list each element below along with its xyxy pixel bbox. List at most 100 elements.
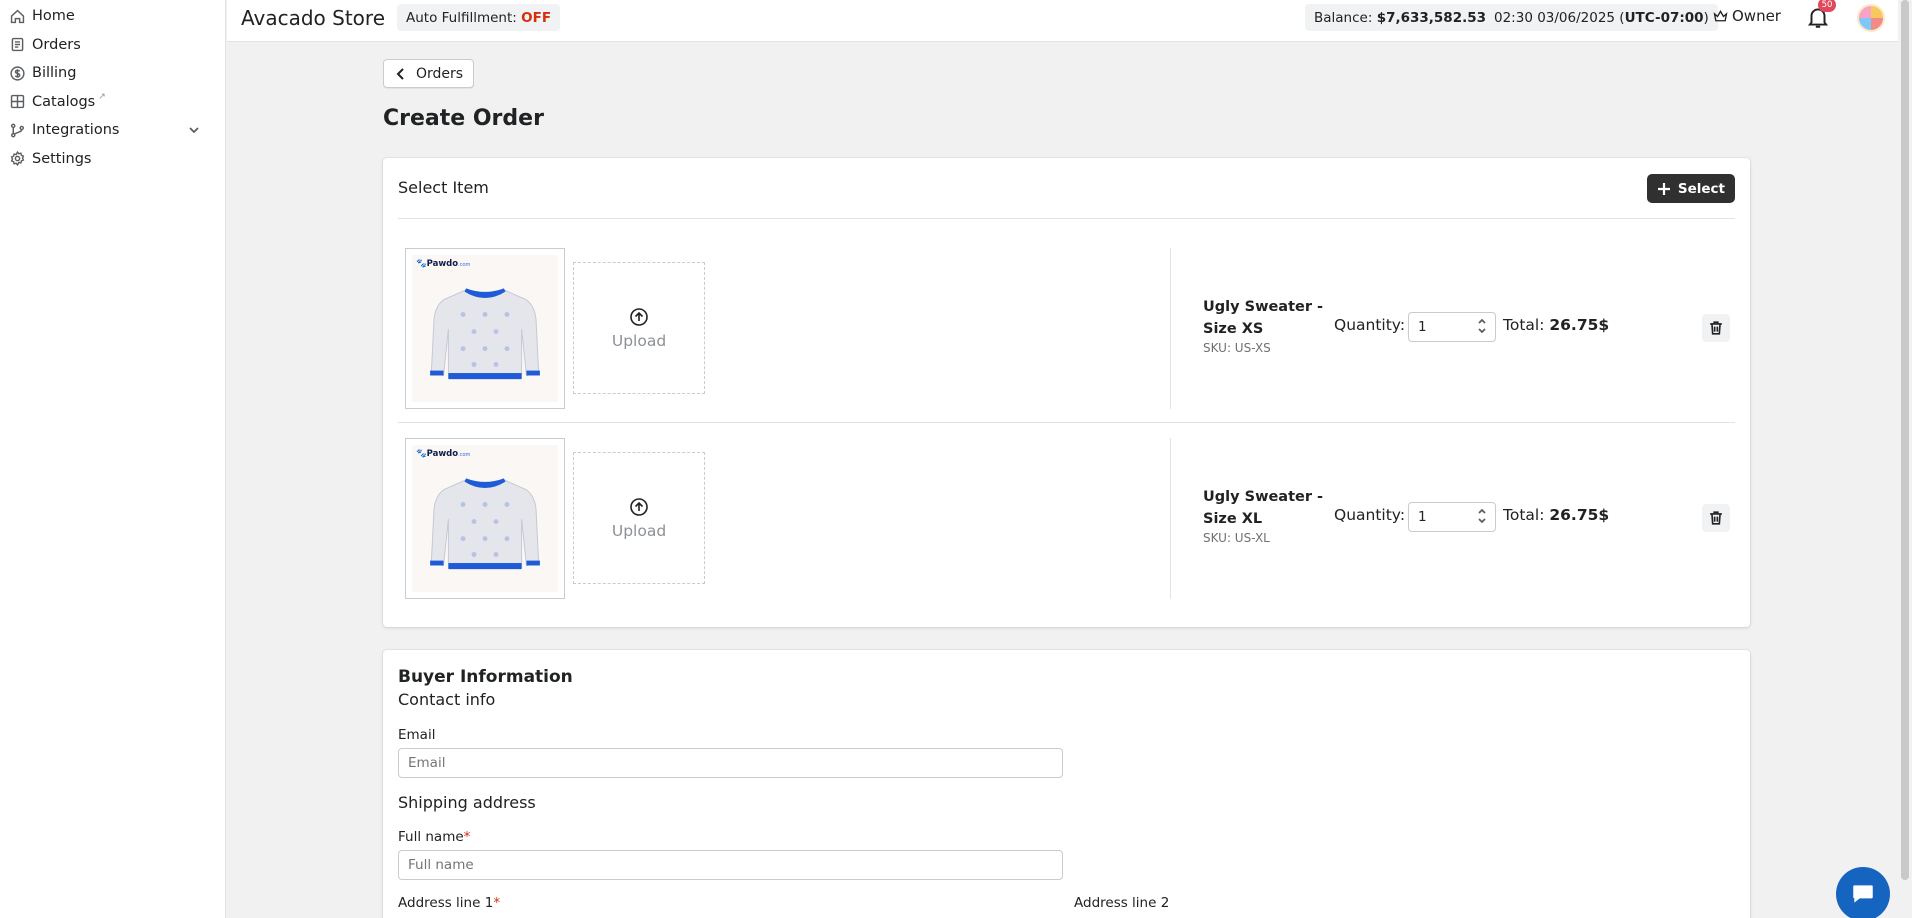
- required-mark: *: [463, 829, 471, 845]
- trash-icon: [1710, 321, 1722, 335]
- chevron-down-icon[interactable]: [1477, 516, 1487, 526]
- chevron-up-icon[interactable]: [1477, 506, 1487, 516]
- quantity-label: Quantity:: [1334, 316, 1406, 334]
- item-row: 🐾Pawdo.com Upload: [398, 438, 1735, 600]
- auto-fulfillment-toggle[interactable]: Auto Fulfillment: OFF: [397, 4, 561, 31]
- full-name-field[interactable]: [398, 850, 1063, 880]
- divider: [1170, 438, 1171, 599]
- sidebar-item-label: Billing: [32, 65, 77, 82]
- notification-count-badge: 50: [1818, 0, 1836, 12]
- sidebar-item-catalogs[interactable]: Catalogs ↗: [0, 88, 225, 117]
- sidebar-item-label: Integrations: [32, 122, 120, 139]
- chevron-left-icon: [396, 67, 404, 80]
- total-value: 26.75$: [1549, 316, 1610, 334]
- upload-icon: [630, 497, 648, 516]
- quantity-stepper[interactable]: 1: [1408, 502, 1496, 532]
- divider: [398, 422, 1735, 423]
- address-line-1-label: Address line 1*: [398, 895, 501, 911]
- store-name: Avacado Store: [241, 6, 386, 30]
- sidebar-item-label: Catalogs: [32, 93, 96, 110]
- product-image-background: 🐾Pawdo.com: [412, 445, 558, 592]
- settings-icon: [10, 151, 25, 167]
- balance-value: $7,633,582.53: [1376, 9, 1487, 26]
- scrollbar-thumb[interactable]: [1901, 0, 1909, 880]
- upload-design-button[interactable]: Upload: [573, 452, 705, 584]
- product-image[interactable]: 🐾Pawdo.com: [405, 248, 565, 409]
- select-button-label: Select: [1677, 180, 1725, 197]
- sweater-image: [430, 478, 540, 570]
- sidebar-item-label: Settings: [32, 150, 92, 167]
- total-label: Total:: [1503, 316, 1545, 334]
- quantity-label: Quantity:: [1334, 506, 1406, 524]
- chevron-up-icon[interactable]: [1477, 316, 1487, 326]
- divider: [1170, 248, 1171, 409]
- catalogs-icon: [10, 95, 25, 109]
- full-name-label: Full name*: [398, 829, 471, 845]
- total-value: 26.75$: [1549, 506, 1610, 524]
- product-sku: SKU: US-XL: [1203, 531, 1270, 545]
- quantity-spinner[interactable]: [1477, 506, 1487, 526]
- back-to-orders-button[interactable]: Orders: [383, 59, 475, 88]
- quantity-value: 1: [1418, 319, 1427, 335]
- external-link-icon: ↗: [98, 91, 106, 102]
- sidebar-item-orders[interactable]: Orders: [0, 31, 225, 60]
- crown-icon: [1713, 9, 1728, 21]
- top-bar: Avacado Store Auto Fulfillment: OFF Bala…: [227, 0, 1912, 42]
- product-sku: SKU: US-XS: [1203, 341, 1271, 355]
- select-item-card: Select Item Select 🐾Pawdo.com Upload Ugl…: [383, 158, 1750, 627]
- billing-icon: [10, 66, 25, 81]
- balance-badge: Balance: $7,633,582.53: [1305, 4, 1496, 31]
- product-image-background: 🐾Pawdo.com: [412, 255, 558, 402]
- buyer-information-card: Buyer Information Contact info Email Shi…: [383, 650, 1750, 918]
- chevron-down-icon[interactable]: [187, 123, 201, 137]
- email-label: Email: [398, 727, 436, 743]
- role-label: Owner: [1732, 7, 1781, 25]
- sidebar-item-billing[interactable]: Billing: [0, 59, 225, 88]
- delete-item-button[interactable]: [1702, 314, 1730, 342]
- upload-icon: [630, 307, 648, 326]
- auto-fulfillment-label: Auto Fulfillment:: [406, 9, 517, 26]
- chevron-down-icon[interactable]: [1477, 326, 1487, 336]
- quantity-value: 1: [1418, 509, 1427, 525]
- integrations-icon: [10, 123, 25, 138]
- sidebar-item-settings[interactable]: Settings: [0, 145, 225, 174]
- sweater-image: [430, 288, 540, 380]
- time-value: 02:30 03/06/2025: [1494, 9, 1616, 26]
- product-name: Ugly Sweater - Size XL: [1203, 489, 1324, 527]
- brand-logo: 🐾Pawdo.com: [416, 259, 471, 269]
- delete-item-button[interactable]: [1702, 504, 1730, 532]
- item-row: 🐾Pawdo.com Upload: [398, 248, 1735, 410]
- role-menu[interactable]: Owner: [1712, 7, 1781, 25]
- product-name: Ugly Sweater - Size XS: [1203, 299, 1324, 337]
- divider: [398, 218, 1735, 219]
- trash-icon: [1710, 511, 1722, 525]
- line-total: Total: 26.75$: [1503, 316, 1609, 334]
- plus-icon: [1657, 182, 1670, 195]
- back-button-label: Orders: [416, 65, 464, 82]
- page-title: Create Order: [383, 106, 544, 131]
- home-icon: [10, 9, 25, 23]
- sidebar-item-home[interactable]: Home: [0, 2, 225, 31]
- chat-icon: [1853, 885, 1873, 903]
- auto-fulfillment-status: OFF: [521, 9, 552, 26]
- quantity-stepper[interactable]: 1: [1408, 312, 1496, 342]
- notifications-button[interactable]: 50: [1805, 0, 1836, 32]
- quantity-spinner[interactable]: [1477, 316, 1487, 336]
- line-total: Total: 26.75$: [1503, 506, 1609, 524]
- upload-design-button[interactable]: Upload: [573, 262, 705, 394]
- select-item-title: Select Item: [398, 178, 489, 197]
- upload-label: Upload: [611, 521, 667, 540]
- scrollbar[interactable]: [1898, 0, 1912, 918]
- orders-icon: [11, 38, 24, 52]
- sidebar-item-label: Home: [32, 8, 75, 25]
- sidebar-item-integrations[interactable]: Integrations: [0, 116, 225, 145]
- chat-button[interactable]: [1836, 867, 1890, 918]
- shipping-address-title: Shipping address: [398, 793, 536, 812]
- email-field[interactable]: [398, 748, 1063, 778]
- balance-label: Balance:: [1314, 9, 1373, 26]
- select-item-button[interactable]: Select: [1646, 174, 1735, 203]
- contact-info-title: Contact info: [398, 690, 496, 709]
- upload-label: Upload: [611, 331, 667, 350]
- product-image[interactable]: 🐾Pawdo.com: [405, 438, 565, 599]
- avatar[interactable]: [1857, 4, 1885, 32]
